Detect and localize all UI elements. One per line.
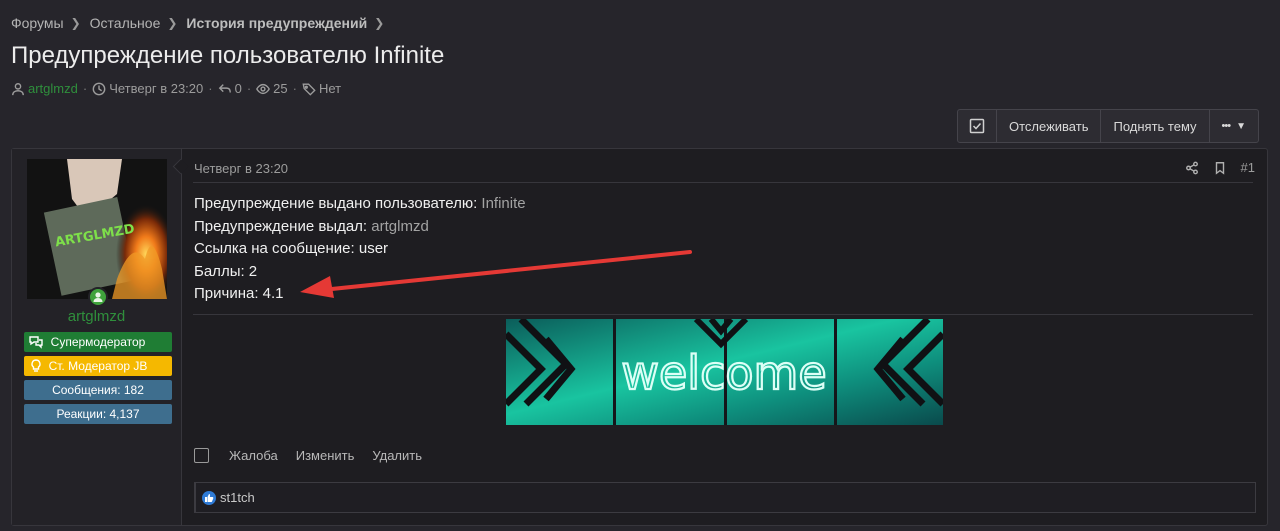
warning-issued-to-line: Предупреждение выдано пользователю: Infi… xyxy=(194,195,526,212)
tags-value: Нет xyxy=(318,81,342,96)
chevron-right-icon: ❯ xyxy=(70,16,81,30)
bookmark-icon[interactable] xyxy=(1213,161,1227,175)
post-footer-actions: Жалоба Изменить Удалить xyxy=(194,448,440,463)
post-user-column: ARTGLMZD artglmzd Супермодератор Ст. Мод… xyxy=(12,149,182,525)
eye-icon xyxy=(256,83,271,94)
reactions-bar: st1tch xyxy=(194,482,1256,513)
badge-senior-moderator: Ст. Модератор JB xyxy=(24,356,172,376)
reaction-user-link[interactable]: st1tch xyxy=(220,490,255,505)
more-dots-icon: ••• xyxy=(1221,120,1232,132)
share-icon[interactable] xyxy=(1185,161,1199,175)
chevron-right-icon: ❯ xyxy=(167,16,178,30)
chat-bubbles-icon xyxy=(29,336,43,349)
reply-icon xyxy=(218,83,231,93)
clock-icon xyxy=(92,82,106,95)
view-count: 25 xyxy=(273,81,288,96)
select-thread-button[interactable] xyxy=(958,110,997,142)
breadcrumb-item-warnings-history[interactable]: История предупреждений xyxy=(186,15,367,31)
thread-meta: artglmzd · Четверг в 23:20 · 0 · 25 · Не… xyxy=(11,81,341,96)
report-button[interactable]: Жалоба xyxy=(229,448,278,463)
thread-action-bar: Отслеживать Поднять тему ••• ▼ xyxy=(957,109,1260,143)
post-tools: #1 xyxy=(1185,160,1255,175)
avatar[interactable]: ARTGLMZD xyxy=(27,159,167,299)
badge-messages-count: Сообщения: 182 xyxy=(24,380,172,400)
lightbulb-icon xyxy=(31,359,41,372)
delete-button[interactable]: Удалить xyxy=(372,448,422,463)
post: ARTGLMZD artglmzd Супермодератор Ст. Мод… xyxy=(11,148,1268,526)
breadcrumb-item-forums[interactable]: Форумы xyxy=(11,15,64,31)
caret-down-icon: ▼ xyxy=(1236,120,1247,132)
post-header-divider xyxy=(193,182,1253,183)
reason-line: Причина: 4.1 xyxy=(194,285,284,302)
welcome-banner-image: welcome xyxy=(503,316,946,425)
signature-divider xyxy=(193,314,1253,315)
post-username[interactable]: artglmzd xyxy=(12,308,181,325)
edit-button[interactable]: Изменить xyxy=(296,448,355,463)
badge-supermoderator: Супермодератор xyxy=(24,332,172,352)
breadcrumb-item-other[interactable]: Остальное xyxy=(90,15,161,31)
checkbox-icon xyxy=(969,118,985,134)
post-number-link[interactable]: #1 xyxy=(1241,160,1255,175)
watch-button[interactable]: Отслеживать xyxy=(997,110,1102,142)
warning-issued-by-line: Предупреждение выдал: artglmzd xyxy=(194,218,429,235)
annotation-arrow xyxy=(300,250,692,298)
thread-date[interactable]: Четверг в 23:20 xyxy=(109,81,203,96)
user-icon xyxy=(12,82,24,95)
badge-reactions-count: Реакции: 4,137 xyxy=(24,404,172,424)
chevron-right-icon: ❯ xyxy=(374,16,385,30)
banner-welcome-text: welcome xyxy=(621,346,826,400)
online-status-icon xyxy=(88,287,108,307)
reply-count: 0 xyxy=(234,81,242,96)
breadcrumb: Форумы ❯ Остальное ❯ История предупрежде… xyxy=(11,15,393,31)
thread-author-link[interactable]: artglmzd xyxy=(28,81,78,96)
bump-thread-button[interactable]: Поднять тему xyxy=(1101,110,1210,142)
more-options-button[interactable]: ••• ▼ xyxy=(1210,110,1258,142)
tag-icon xyxy=(302,82,316,96)
select-post-checkbox[interactable] xyxy=(194,448,209,463)
post-date[interactable]: Четверг в 23:20 xyxy=(194,161,288,176)
like-reaction-icon xyxy=(202,490,216,505)
page-title: Предупреждение пользователю Infinite xyxy=(11,42,445,69)
points-line: Баллы: 2 xyxy=(194,263,258,280)
